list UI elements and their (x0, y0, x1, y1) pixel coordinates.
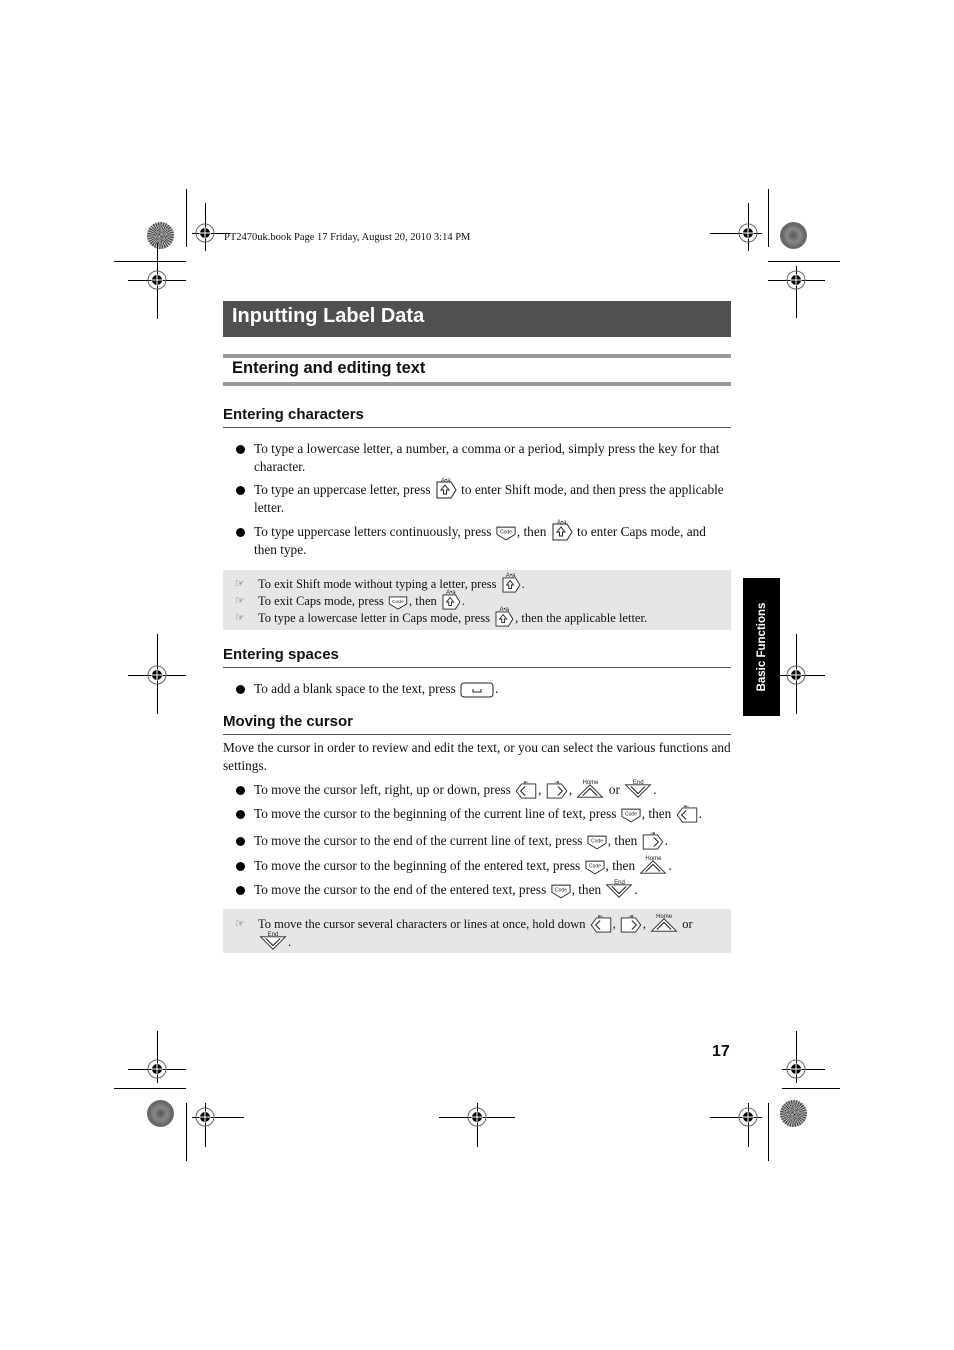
list-item-text: To move the cursor to the beginning of t… (254, 804, 702, 823)
registration-mark-icon (147, 665, 167, 685)
chapter-title: Inputting Label Data (232, 305, 425, 327)
registration-disc-icon (147, 222, 174, 249)
side-tab-label: Basic Functions (755, 602, 768, 692)
registration-disc-icon (780, 1100, 807, 1127)
subheading-moving-cursor: Moving the cursor (223, 713, 731, 735)
registration-mark-icon (786, 665, 806, 685)
bullet-icon (236, 486, 245, 495)
cursor-up-home-key-icon: Home (576, 780, 604, 799)
registration-mark-icon (147, 270, 167, 290)
section-title-bar: Entering and editing text (223, 354, 731, 386)
code-key-icon (388, 596, 408, 610)
bullet-icon (236, 786, 245, 795)
code-key-icon (496, 526, 516, 541)
page-number: 17 (712, 1043, 730, 1060)
bullet-icon (236, 810, 245, 819)
chapter-title-bar: Inputting Label Data (223, 301, 731, 337)
registration-mark-icon (467, 1107, 487, 1127)
bullet-icon (236, 886, 245, 895)
registration-mark-icon (195, 223, 215, 243)
cursor-up-home-key-icon: Home (650, 914, 678, 933)
registration-mark-icon (738, 1107, 758, 1127)
registration-disc-icon (780, 222, 807, 249)
bullet-icon (236, 837, 245, 846)
cursor-left-key-icon: ⇤ (515, 780, 537, 799)
list-item-text: To move the cursor to the beginning of t… (254, 856, 672, 875)
subheading-entering-characters: Entering characters (223, 406, 731, 428)
cursor-down-end-key-icon: End (259, 932, 287, 951)
code-key-icon (587, 835, 607, 850)
list-item-text: To type uppercase letters continuously, … (254, 520, 706, 557)
registration-mark-icon (786, 270, 806, 290)
bullet-icon (236, 445, 245, 454)
list-item-text: To add a blank space to the text, press … (254, 681, 499, 698)
crop-line (186, 1103, 187, 1161)
registration-mark-icon (147, 1059, 167, 1079)
list-item-text: To move the cursor to the end of the cur… (254, 831, 668, 850)
shift-key-icon: A•a (441, 590, 461, 610)
crop-line (114, 261, 186, 262)
crop-line (186, 189, 187, 247)
code-key-icon (551, 884, 571, 899)
shift-key-icon: A•a (435, 478, 457, 499)
list-item-text: To move the cursor to the end of the ent… (254, 880, 638, 899)
cursor-down-end-key-icon: End (605, 880, 633, 899)
pointing-hand-icon: ☞ (235, 612, 245, 624)
code-key-icon (585, 860, 605, 875)
chapter-side-tab: Basic Functions (743, 578, 780, 716)
crop-line (782, 1088, 840, 1089)
subheading-entering-spaces: Entering spaces (223, 646, 731, 668)
cursor-left-key-icon: ⇤ (590, 914, 612, 933)
cursor-left-key-icon: ⇤ (676, 804, 698, 823)
cursor-down-end-key-icon: End (624, 780, 652, 799)
registration-disc-icon (147, 1100, 174, 1127)
crop-line (768, 189, 769, 247)
registration-mark-icon (195, 1107, 215, 1127)
shift-key-icon: A•a (494, 607, 514, 627)
bullet-icon (236, 685, 245, 694)
code-key-icon (621, 808, 641, 823)
registration-mark-icon (786, 1059, 806, 1079)
registration-mark-icon (738, 223, 758, 243)
section-title: Entering and editing text (232, 359, 426, 377)
cursor-right-key-icon: ⇥ (546, 780, 568, 799)
pointing-hand-icon: ☞ (235, 595, 245, 607)
print-header: PT2470uk.book Page 17 Friday, August 20,… (224, 232, 471, 243)
shift-key-icon: A•a (501, 573, 521, 593)
shift-key-icon: A•a (551, 520, 573, 541)
bullet-icon (236, 528, 245, 537)
intro-paragraph: Move the cursor in order to review and e… (223, 740, 731, 773)
space-key-icon (460, 682, 494, 698)
pointing-hand-icon: ☞ (235, 918, 245, 930)
list-item-text: To type a lowercase letter, a number, a … (254, 441, 720, 474)
crop-line (768, 1103, 769, 1161)
list-item-text: To type an uppercase letter, press A•a t… (254, 478, 724, 515)
cursor-right-key-icon: ⇥ (620, 914, 642, 933)
section-rule-top (223, 354, 731, 358)
note-box: ☞ To exit Shift mode without typing a le… (223, 570, 731, 630)
note-box: ☞ To move the cursor several characters … (223, 909, 731, 953)
crop-line (768, 261, 840, 262)
cursor-right-key-icon: ⇥ (642, 831, 664, 850)
list-item-text: To move the cursor left, right, up or do… (254, 780, 657, 799)
cursor-up-home-key-icon: Home (639, 856, 667, 875)
pointing-hand-icon: ☞ (235, 578, 245, 590)
crop-line (114, 1088, 186, 1089)
section-rule-bottom (223, 382, 731, 386)
bullet-icon (236, 862, 245, 871)
